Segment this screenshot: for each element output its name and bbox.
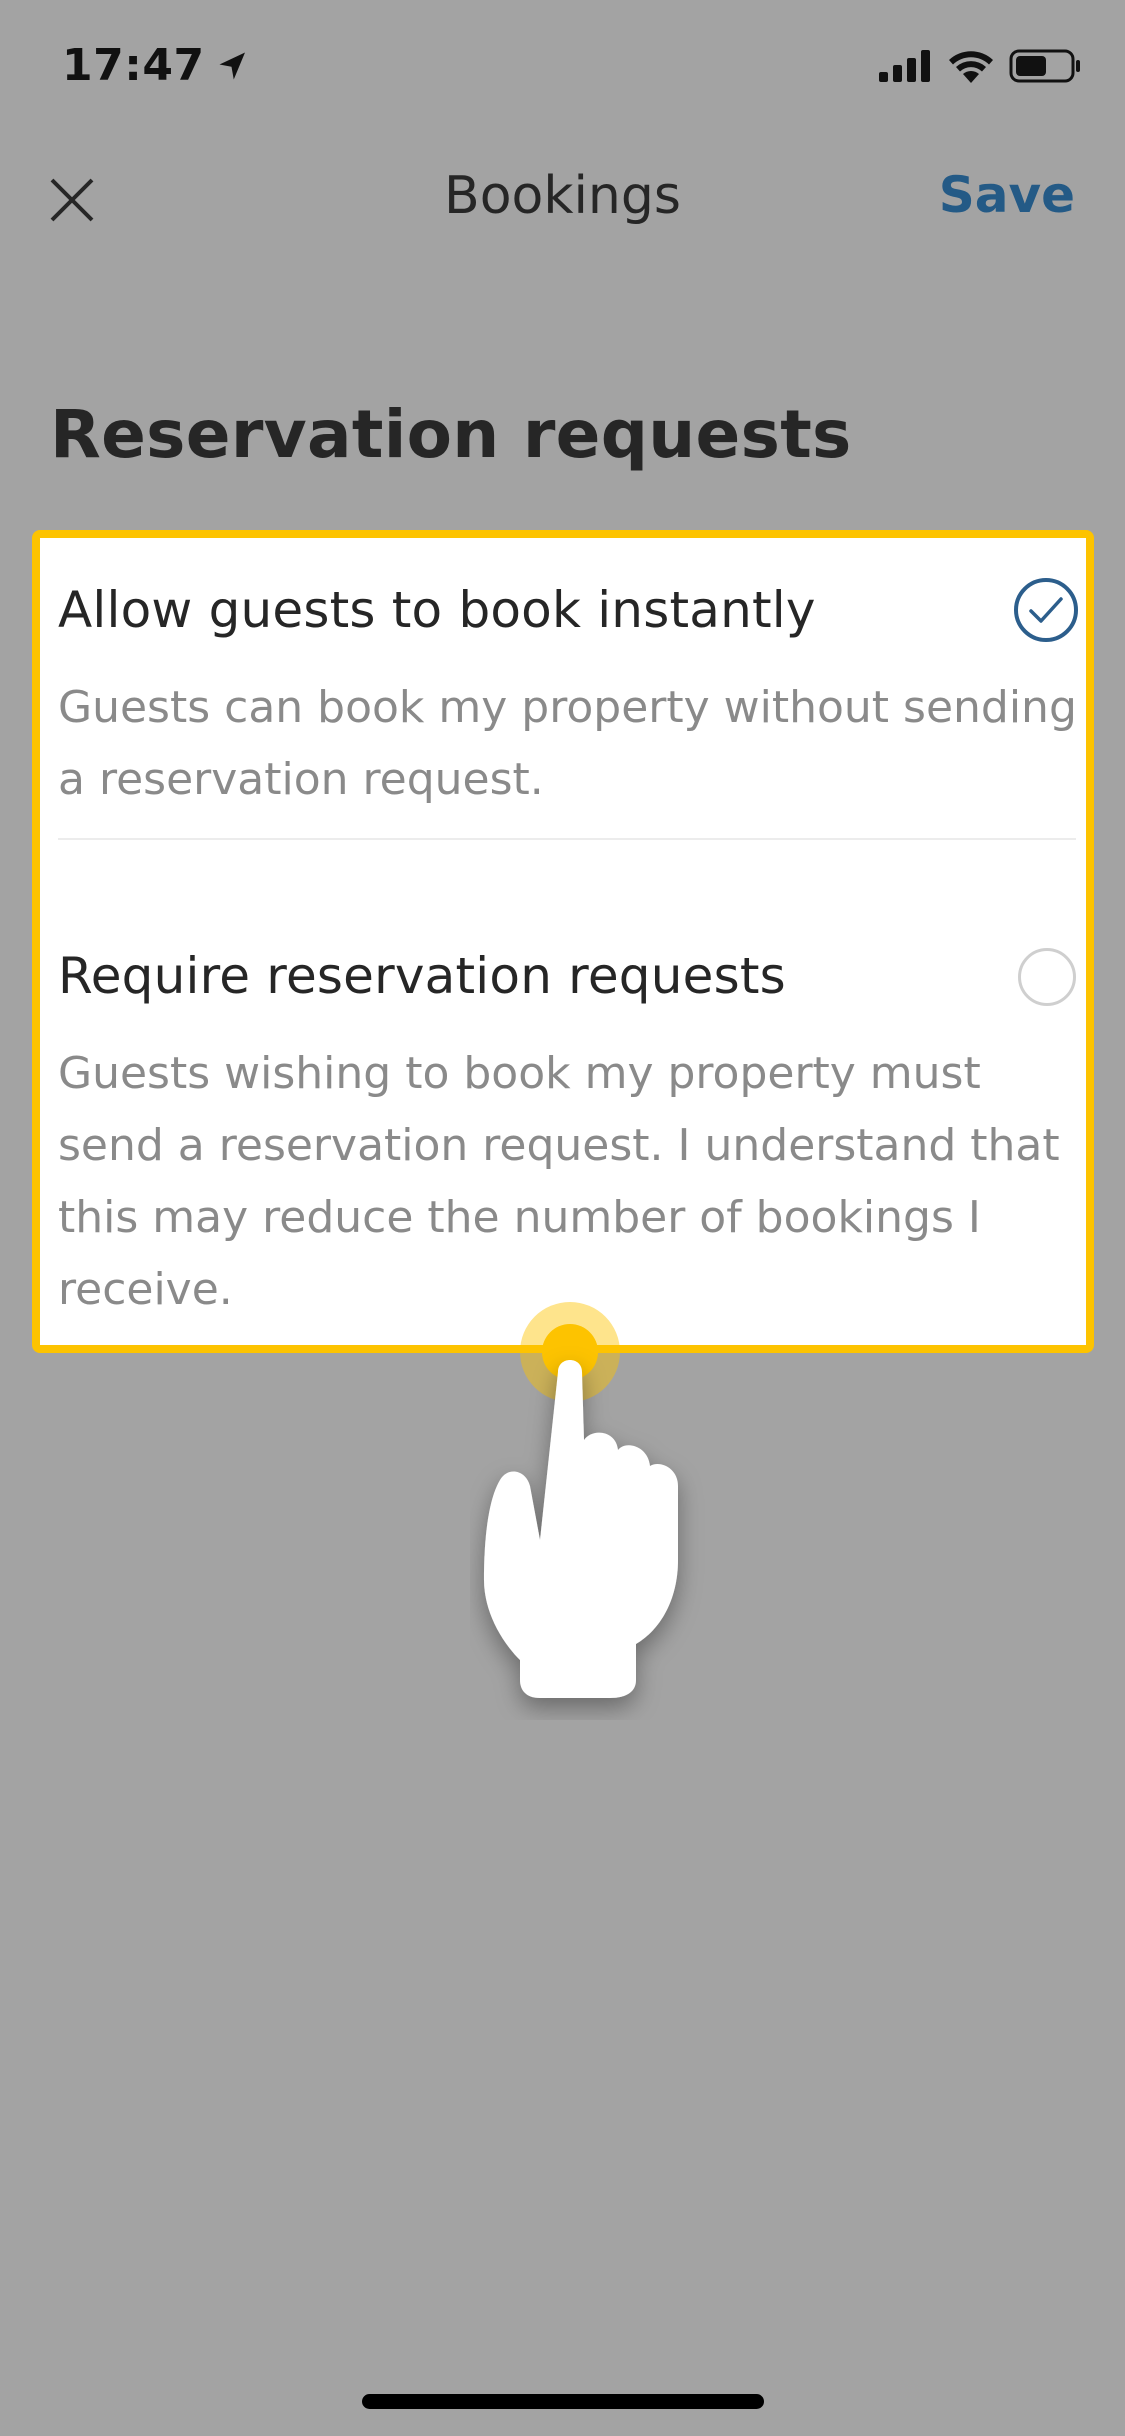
option-description: Guests wishing to book my property must …	[58, 1048, 1060, 1315]
location-arrow-icon	[219, 52, 245, 79]
reservation-options-card: Allow guests to book instantly Guests ca…	[32, 530, 1094, 1353]
status-time: 17:47	[62, 40, 251, 91]
wifi-icon	[949, 51, 993, 83]
signal-icon	[879, 50, 930, 82]
save-button[interactable]: Save	[939, 166, 1075, 224]
divider	[58, 838, 1076, 840]
status-time-label: 17:47	[62, 40, 205, 91]
option-description: Guests can book my property without send…	[58, 682, 1077, 805]
status-bar: 17:47	[0, 0, 1125, 132]
option-title: Allow guests to book instantly	[58, 581, 816, 639]
battery-icon	[1009, 49, 1080, 83]
tap-hand-icon	[484, 1302, 678, 1698]
option-instant-book[interactable]: Allow guests to book instantly Guests ca…	[58, 578, 1078, 816]
page-title: Reservation requests	[50, 396, 852, 473]
radio-unselected[interactable]	[1018, 948, 1076, 1006]
nav-bar: Bookings Save	[0, 140, 1125, 260]
home-indicator[interactable]	[362, 2394, 764, 2409]
check-icon	[1029, 597, 1063, 623]
option-title: Require reservation requests	[58, 947, 786, 1005]
status-icons	[879, 48, 1083, 84]
radio-selected[interactable]	[1014, 578, 1078, 642]
option-require-requests[interactable]: Require reservation requests Guests wish…	[58, 944, 1076, 1326]
